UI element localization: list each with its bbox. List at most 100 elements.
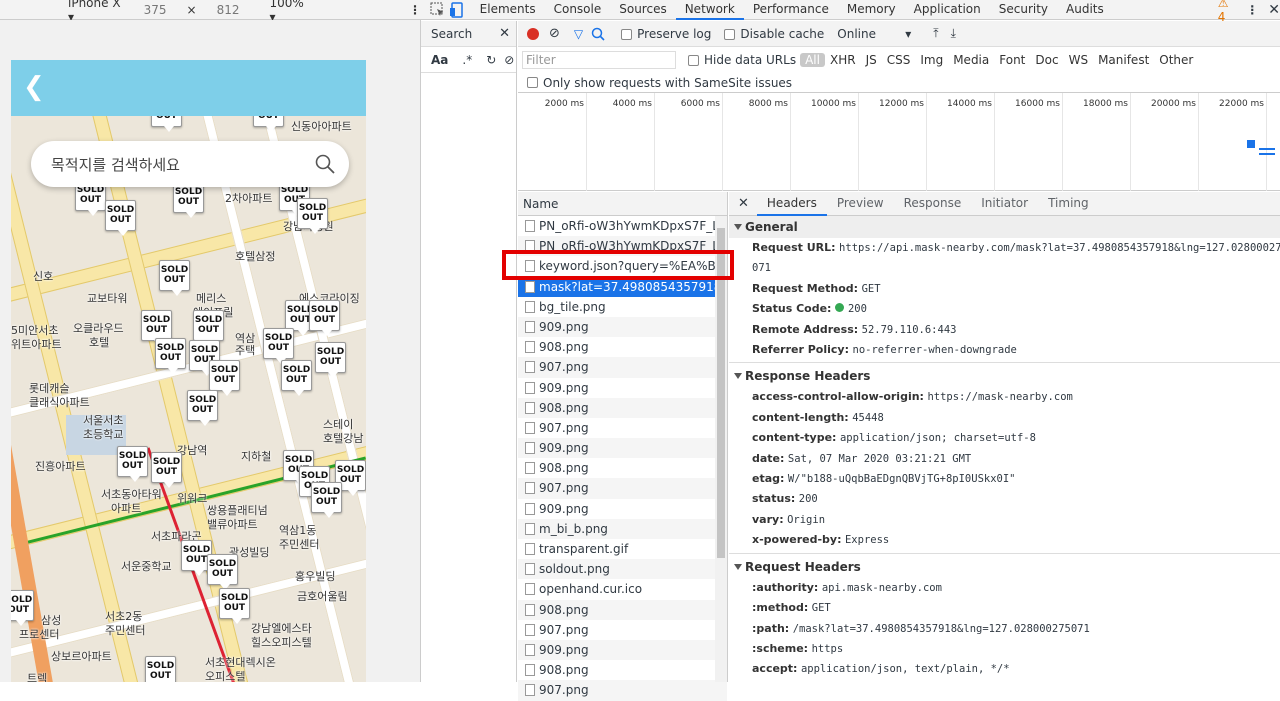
close-devtools-icon[interactable]: ✕ [1268,2,1280,18]
sold-out-marker[interactable]: SOLDOUT [155,338,186,374]
record-icon[interactable] [527,27,539,40]
filter-type-all[interactable]: All [800,53,825,67]
tab-application[interactable]: Application [905,0,990,20]
sold-out-marker[interactable]: SOLDOUT [145,656,176,682]
filter-icon[interactable]: ▽ [574,27,583,41]
tab-security[interactable]: Security [990,0,1057,20]
export-har-icon[interactable]: ⤓ [951,26,956,41]
request-row[interactable]: 908.png [518,660,727,680]
devtools-menu-icon[interactable]: ⋮ [1246,3,1258,17]
samesite-filter[interactable]: Only show requests with SameSite issues [518,73,1280,93]
tab-performance[interactable]: Performance [744,0,838,20]
search-icon[interactable] [315,154,335,174]
filter-type-other[interactable]: Other [1154,53,1198,67]
filter-type-media[interactable]: Media [948,53,994,67]
request-row[interactable]: 907.png [518,418,727,438]
details-tab-timing[interactable]: Timing [1038,192,1099,216]
tab-network[interactable]: Network [675,0,744,20]
search-network-icon[interactable] [591,27,605,41]
tab-memory[interactable]: Memory [838,0,905,20]
request-list-scrollbar[interactable] [715,216,727,682]
filter-type-doc[interactable]: Doc [1030,53,1063,67]
tab-audits[interactable]: Audits [1057,0,1113,20]
response-headers-section-header[interactable]: Response Headers [729,365,1280,387]
tab-console[interactable]: Console [545,0,611,20]
request-row[interactable]: 909.png [518,438,727,459]
close-search-icon[interactable]: ✕ [499,26,510,41]
inspect-element-icon[interactable] [430,2,444,18]
sold-out-marker[interactable]: SOLDOUT [309,300,340,336]
filter-type-font[interactable]: Font [994,53,1030,67]
request-row[interactable]: PN_oRfi-oW3hYwmKDpxS7F_LQv3 [518,216,727,236]
details-tab-initiator[interactable]: Initiator [971,192,1038,216]
import-har-icon[interactable]: ⤒ [933,26,938,41]
filter-input[interactable]: Filter [522,51,676,69]
request-row[interactable]: 907.png [518,680,727,701]
request-row[interactable]: m_bi_b.png [518,518,727,539]
device-width-input[interactable]: 375 [144,3,167,17]
sold-out-marker[interactable]: SOLDOUT [117,446,148,482]
request-row[interactable]: 909.png [518,499,727,519]
preserve-log-checkbox[interactable]: Preserve log [621,27,711,41]
request-row[interactable]: 907.png [518,620,727,640]
destination-search-input[interactable]: 목적지를 검색하세요 [31,141,349,187]
sold-out-marker[interactable]: SOLDOUT [159,260,190,296]
name-column-header[interactable]: Name [518,192,727,216]
general-section-header[interactable]: General [729,216,1280,238]
sold-out-marker[interactable]: SOLDOUT [263,328,294,364]
request-row[interactable]: 909.png [518,378,727,398]
throttling-dropdown-icon[interactable]: ▾ [905,27,911,41]
sold-out-marker[interactable]: SOLDOUT [193,310,224,346]
tab-sources[interactable]: Sources [610,0,675,20]
request-row[interactable]: 907.png [518,357,727,378]
filter-type-ws[interactable]: WS [1064,53,1093,67]
request-row[interactable]: 907.png [518,478,727,499]
request-row[interactable]: soldout.png [518,559,727,580]
request-row[interactable]: 908.png [518,458,727,478]
filter-type-manifest[interactable]: Manifest [1093,53,1154,67]
request-headers-section-header[interactable]: Request Headers [729,556,1280,578]
throttling-select[interactable]: Online [837,27,905,41]
network-overview-timeline[interactable]: 2000 ms 4000 ms 6000 ms 8000 ms 10000 ms 1200… [518,93,1280,191]
clear-icon[interactable]: ⊘ [549,26,560,41]
details-tab-headers[interactable]: Headers [756,192,827,216]
sold-out-marker[interactable]: SOLDOUT [219,588,250,624]
request-row[interactable]: 909.png [518,316,727,338]
regex-icon[interactable]: .* [462,53,472,67]
tab-elements[interactable]: Elements [471,0,545,20]
request-row[interactable]: 909.png [518,639,727,661]
sold-out-marker[interactable]: SOLDOUT [281,360,312,396]
request-row[interactable]: 908.png [518,397,727,418]
close-details-icon[interactable]: ✕ [729,196,757,211]
request-row[interactable]: 908.png [518,337,727,357]
sold-out-marker[interactable]: SOLDOUT [297,198,328,234]
match-case-icon[interactable]: Aa [431,53,448,67]
request-row[interactable]: transparent.gif [518,539,727,559]
device-height-input[interactable]: 812 [217,3,240,17]
request-row[interactable]: openhand.cur.ico [518,579,727,599]
sold-out-marker[interactable]: SOLDOUT [315,342,346,378]
sold-out-marker[interactable]: SOLDOUT [11,590,34,626]
clear-search-icon[interactable]: ⊘ [504,53,514,67]
filter-type-xhr[interactable]: XHR [825,53,861,67]
sold-out-marker[interactable]: SOLDOUT [141,310,172,346]
sold-out-marker[interactable]: SOLDOUT [311,482,342,518]
sold-out-marker[interactable]: SOLDOUT [209,360,240,396]
hide-data-urls-checkbox[interactable]: Hide data URLs [688,53,796,67]
filter-type-js[interactable]: JS [861,53,882,67]
warning-counter[interactable]: ⚠ 4 [1218,0,1237,24]
refresh-search-icon[interactable]: ↻ [486,53,496,67]
details-tab-response[interactable]: Response [894,192,972,216]
filter-type-css[interactable]: CSS [882,53,916,67]
sold-out-marker[interactable]: SOLDOUT [151,452,182,488]
request-row[interactable]: bg_tile.png [518,297,727,317]
disable-cache-checkbox[interactable]: Disable cache [724,27,824,41]
device-toggle-icon[interactable] [449,1,463,18]
request-row[interactable]: 908.png [518,599,727,620]
sold-out-marker[interactable]: SOLDOUT [187,390,218,426]
sold-out-marker[interactable]: SOLDOUT [207,554,238,590]
details-tab-preview[interactable]: Preview [827,192,894,216]
back-arrow-icon[interactable]: ❮ [23,72,45,102]
device-menu-icon[interactable]: ⋮ [409,3,421,17]
filter-type-img[interactable]: Img [915,53,948,67]
